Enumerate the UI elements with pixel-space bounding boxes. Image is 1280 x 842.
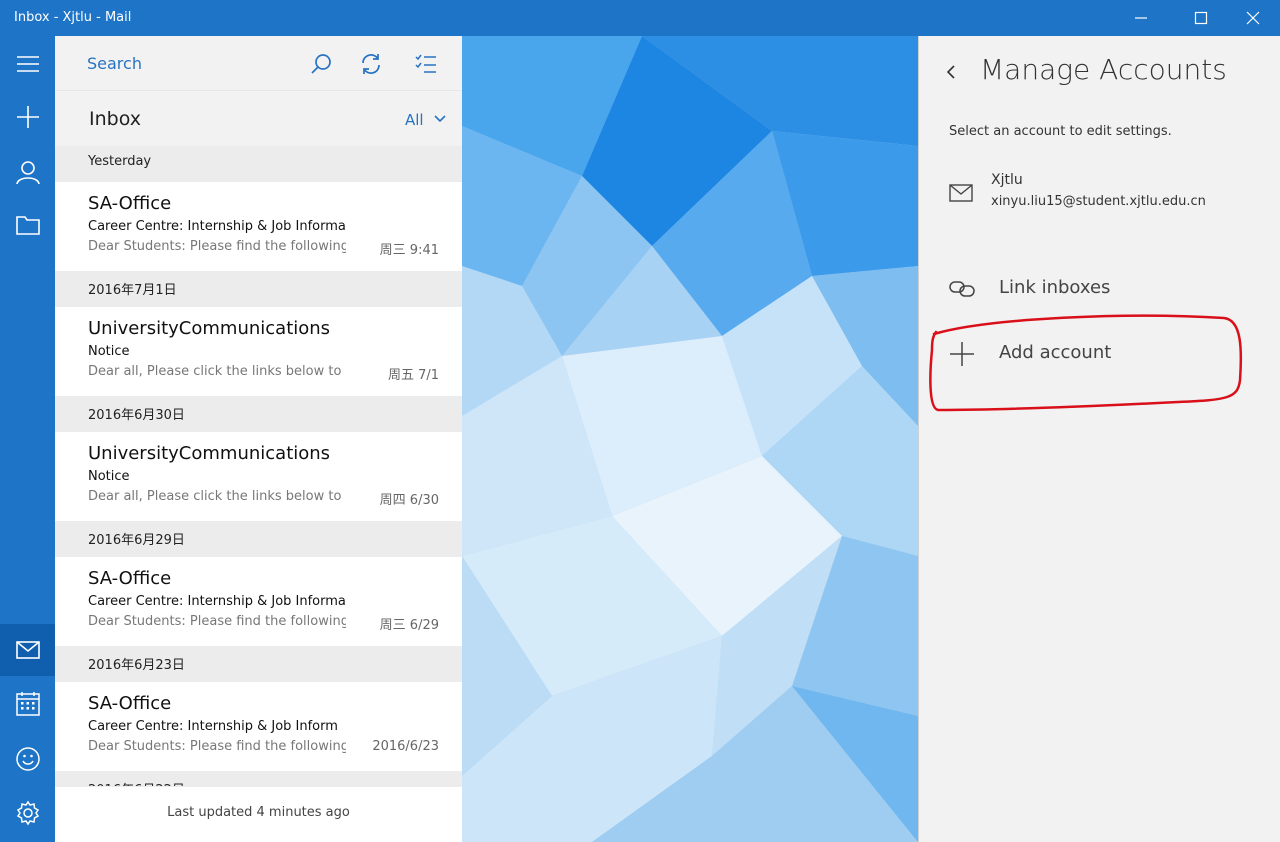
- hamburger-icon: [16, 56, 39, 72]
- minimize-icon: [1135, 17, 1147, 19]
- polygon-background-image: [462, 36, 918, 842]
- accounts-button[interactable]: [0, 146, 55, 198]
- window-title: Inbox - Xjtlu - Mail: [14, 10, 132, 25]
- message-sender: UniversityCommunications: [88, 318, 331, 339]
- message-item[interactable]: UniversityCommunications Notice Dear all…: [55, 432, 462, 521]
- plus-icon: [950, 342, 974, 366]
- calendar-icon: [15, 692, 40, 716]
- message-preview: Dear all, Please click the links below t…: [88, 364, 346, 379]
- maximize-button[interactable]: [1178, 0, 1224, 36]
- folder-title: Inbox: [89, 108, 141, 130]
- chevron-down-icon[interactable]: [433, 112, 447, 126]
- sync-button[interactable]: [355, 48, 387, 80]
- panel-title: Manage Accounts: [980, 53, 1227, 86]
- message-list-pane: Search Inbox All Yesterday SA-Office Car…: [55, 36, 462, 842]
- message-time: 2016/6/23: [372, 739, 439, 754]
- link-icon: [949, 281, 975, 297]
- account-name: Xjtlu: [991, 172, 1023, 188]
- message-item[interactable]: SA-Office Career Centre: Internship & Jo…: [55, 682, 462, 771]
- message-preview: Dear all, Please click the links below t…: [88, 489, 346, 504]
- last-updated-text: Last updated 4 minutes ago: [167, 805, 350, 820]
- message-preview: Dear Students: Please find the following: [88, 739, 346, 754]
- message-sender: SA-Office: [88, 568, 172, 589]
- account-email: xinyu.liu15@student.xjtlu.edu.cn: [991, 194, 1206, 209]
- select-icon: [415, 54, 436, 73]
- date-group-header: 2016年7月1日: [55, 271, 462, 307]
- minimize-button[interactable]: [1118, 0, 1164, 36]
- message-subject: Career Centre: Internship & Job Informa: [88, 594, 346, 609]
- filter-dropdown[interactable]: All: [405, 111, 424, 129]
- message-sender: SA-Office: [88, 193, 172, 214]
- folder-header: Inbox All: [55, 90, 462, 146]
- calendar-button[interactable]: [0, 678, 55, 730]
- search-button[interactable]: [305, 48, 337, 80]
- link-inboxes-label: Link inboxes: [999, 277, 1111, 298]
- hamburger-button[interactable]: [0, 38, 55, 90]
- message-subject: Notice: [88, 469, 130, 484]
- message-item[interactable]: SA-Office Career Centre: Internship & Jo…: [55, 557, 462, 646]
- folders-button[interactable]: [0, 199, 55, 251]
- message-item[interactable]: UniversityCommunications Notice Dear all…: [55, 307, 462, 396]
- message-time: 周四 6/30: [379, 493, 439, 508]
- manage-accounts-panel: Manage Accounts Select an account to edi…: [918, 36, 1280, 842]
- message-time: 周五 7/1: [387, 368, 439, 383]
- feedback-button[interactable]: [0, 733, 55, 785]
- search-icon: [311, 54, 331, 74]
- add-account-label: Add account: [999, 342, 1112, 363]
- folders-icon: [15, 216, 40, 235]
- message-item[interactable]: SA-Office Career Centre: Internship & Jo…: [55, 182, 462, 271]
- mail-icon: [15, 641, 40, 659]
- date-group-header: 2016年6月23日: [55, 646, 462, 682]
- message-subject: Career Centre: Internship & Job Inform: [88, 719, 338, 734]
- back-arrow-icon[interactable]: [941, 62, 961, 82]
- left-nav: [0, 36, 55, 842]
- sync-icon: [362, 54, 380, 74]
- feedback-icon: [15, 747, 40, 771]
- select-button[interactable]: [410, 48, 442, 80]
- search-bar: Search: [55, 36, 462, 90]
- add-account-button[interactable]: Add account: [939, 331, 1259, 375]
- message-rows: Yesterday SA-Office Career Centre: Inter…: [55, 146, 462, 801]
- mail-icon: [949, 184, 973, 202]
- close-icon: [1246, 11, 1260, 25]
- accounts-icon: [15, 161, 40, 185]
- message-sender: SA-Office: [88, 693, 172, 714]
- date-group-header: Yesterday: [55, 146, 462, 182]
- settings-button[interactable]: [0, 787, 55, 839]
- close-button[interactable]: [1230, 0, 1276, 36]
- message-preview: Dear Students: Please find the following: [88, 614, 346, 629]
- link-inboxes-button[interactable]: Link inboxes: [939, 266, 1259, 310]
- reading-pane-background: [462, 36, 918, 842]
- panel-hint: Select an account to edit settings.: [949, 124, 1172, 139]
- new-mail-button[interactable]: [0, 91, 55, 143]
- settings-icon: [16, 800, 39, 826]
- message-time: 周三 9:41: [379, 243, 439, 258]
- status-bar: Last updated 4 minutes ago: [55, 786, 462, 842]
- message-subject: Career Centre: Internship & Job Informa: [88, 219, 346, 234]
- message-preview: Dear Students: Please find the following: [88, 239, 346, 254]
- mail-button[interactable]: [0, 624, 55, 676]
- message-subject: Notice: [88, 344, 130, 359]
- message-time: 周三 6/29: [379, 618, 439, 633]
- title-bar: Inbox - Xjtlu - Mail: [0, 0, 1280, 36]
- search-input[interactable]: Search: [87, 54, 142, 73]
- message-sender: UniversityCommunications: [88, 443, 331, 464]
- maximize-icon: [1194, 11, 1208, 25]
- new-mail-icon: [16, 106, 39, 128]
- date-group-header: 2016年6月29日: [55, 521, 462, 557]
- account-item[interactable]: Xjtlu xinyu.liu15@student.xjtlu.edu.cn: [939, 164, 1259, 224]
- date-group-header: 2016年6月30日: [55, 396, 462, 432]
